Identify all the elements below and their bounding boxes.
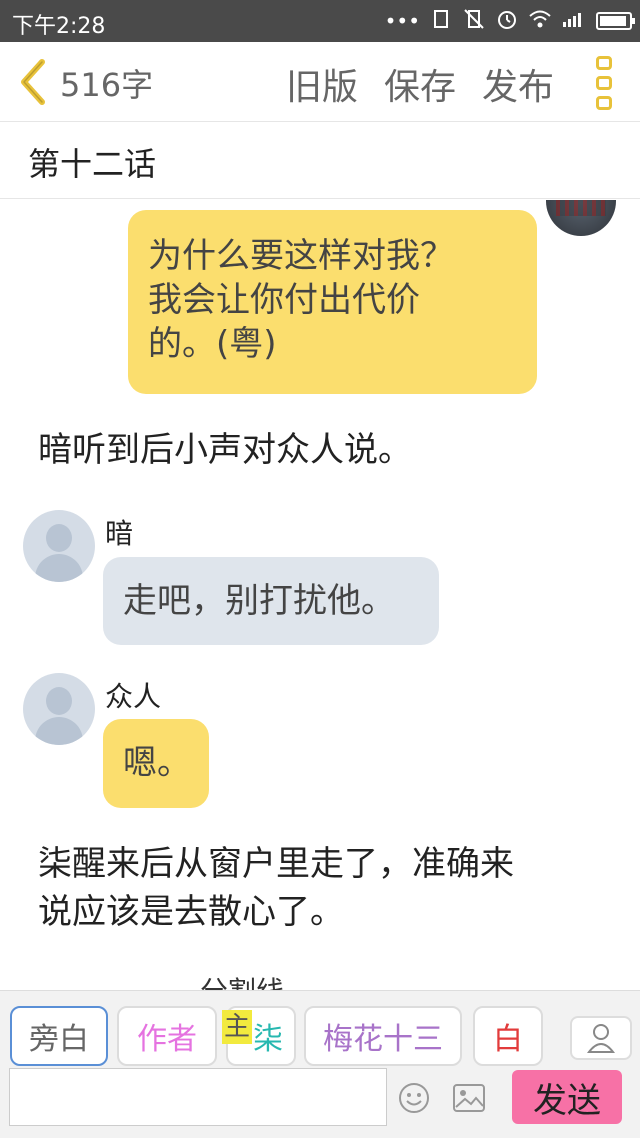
chapter-title[interactable]: 第十二话 <box>28 139 156 185</box>
speaker-name: 暗 <box>105 517 134 550</box>
avatar[interactable] <box>23 673 95 745</box>
message-bubble[interactable]: 走吧，别打扰他。 <box>103 557 439 645</box>
save-button[interactable]: 保存 <box>384 58 456 110</box>
narration-line: 说应该是去散心了。 <box>38 892 344 932</box>
chapter-header: 第十二话 <box>0 123 640 199</box>
message-line: 为什么要这样对我？ <box>148 236 454 276</box>
message-input[interactable] <box>9 1068 387 1126</box>
narration-text[interactable]: 柒醒来后从窗户里走了，准确来 说应该是去散心了。 <box>38 840 598 936</box>
send-button[interactable]: 发送 <box>512 1070 622 1124</box>
character-chip-meihua[interactable]: 梅花十三 <box>304 1006 462 1066</box>
signal-icon <box>562 9 586 33</box>
character-label: 作者 <box>137 1022 197 1057</box>
message-line: 我会让你付出代价 <box>148 280 420 320</box>
back-button[interactable] <box>14 58 54 106</box>
editor-toolbar: 516字 旧版 保存 发布 <box>0 42 640 122</box>
character-chip-narrator[interactable]: 旁白 <box>10 1006 108 1066</box>
message-bubble[interactable]: 嗯。 <box>103 719 209 808</box>
character-label: 旁白 <box>29 1022 89 1057</box>
add-character-button[interactable] <box>570 1016 632 1060</box>
main-character-badge: 主 <box>222 1010 252 1044</box>
wifi-icon <box>528 9 552 34</box>
divider-text: 分割线 <box>200 978 284 991</box>
message-line: 的。(粤) <box>148 324 277 364</box>
vibrate-off-icon <box>462 8 486 35</box>
alarm-icon <box>496 8 518 35</box>
word-count: 516字 <box>60 66 154 104</box>
message-text: 嗯。 <box>123 743 191 783</box>
image-icon[interactable] <box>452 1083 486 1113</box>
person-icon <box>586 1024 616 1053</box>
chevron-left-icon <box>21 59 45 105</box>
dialogue-content[interactable]: 为什么要这样对我？ 我会让你付出代价 的。(粤) 暗听到后小声对众人说。 暗 走… <box>0 200 640 990</box>
old-version-button[interactable]: 旧版 <box>286 58 358 110</box>
more-menu-icon[interactable] <box>593 56 615 110</box>
status-time: 下午2:28 <box>12 14 106 39</box>
narration-text[interactable]: 暗听到后小声对众人说。 <box>38 426 598 474</box>
status-bar: 下午2:28 ••• <box>0 0 640 42</box>
narration-line: 柒醒来后从窗户里走了，准确来 <box>38 844 514 884</box>
screen-rotate-icon <box>430 8 452 35</box>
avatar[interactable] <box>23 510 95 582</box>
message-text: 走吧，别打扰他。 <box>123 581 395 621</box>
smiley-icon[interactable] <box>398 1082 430 1114</box>
character-label: 梅花十三 <box>323 1022 443 1057</box>
speaker-name: 众人 <box>105 680 162 713</box>
publish-button[interactable]: 发布 <box>482 58 554 110</box>
avatar[interactable] <box>546 200 616 236</box>
dots-icon: ••• <box>384 9 420 33</box>
character-chip-author[interactable]: 作者 <box>117 1006 217 1066</box>
battery-icon <box>596 12 635 30</box>
message-bubble[interactable]: 为什么要这样对我？ 我会让你付出代价 的。(粤) <box>128 210 537 394</box>
status-icons: ••• <box>384 8 635 35</box>
character-chip-bai[interactable]: 白 <box>473 1006 543 1066</box>
character-label: 白 <box>493 1022 523 1057</box>
